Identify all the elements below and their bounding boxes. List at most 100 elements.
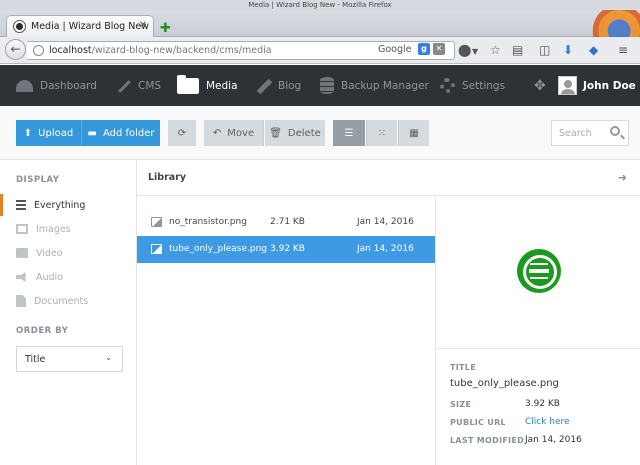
file-row[interactable]: no_transistor.png 2.71 KB Jan 14, 2016 <box>137 209 435 236</box>
sidebar-item-images[interactable]: Images <box>0 218 136 240</box>
sidebar-item-everything[interactable]: Everything <box>0 194 136 216</box>
chevron-down-icon: ⌄ <box>105 353 112 362</box>
file-size: 3.92 KB <box>270 244 305 254</box>
refresh-icon: ⟳ <box>177 127 187 139</box>
url-host: localhost <box>49 45 92 56</box>
image-file-icon <box>151 244 162 254</box>
extension-icon[interactable]: ◆ <box>589 43 598 57</box>
window-title-bar: Media | Wizard Blog New - Mozilla Firefo… <box>0 0 640 10</box>
adblock-icon[interactable]: ⬤ <box>458 43 471 57</box>
order-by-heading: ORDER BY <box>16 326 69 336</box>
image-icon <box>16 224 28 234</box>
sidebar-item-audio[interactable]: Audio <box>0 266 136 288</box>
window-title: Media | Wizard Blog New - Mozilla Firefo… <box>248 1 392 9</box>
preview-thumbnail <box>517 249 561 293</box>
list-view-icon: ☰ <box>344 127 354 139</box>
dashboard-icon <box>16 79 33 92</box>
back-button[interactable]: ← <box>5 39 26 60</box>
grid-small-icon: ⁙ <box>377 127 387 139</box>
grid-large-icon: ▦ <box>409 127 419 139</box>
sidebar-item-label: Everything <box>34 199 86 211</box>
nav-item-backup-manager[interactable]: Backup Manager <box>320 65 429 106</box>
sidebar-item-label: Video <box>36 247 63 259</box>
nav-item-dashboard[interactable]: Dashboard <box>16 65 97 106</box>
sidebar-item-label: Images <box>36 223 71 235</box>
browser-tab-bar: Media | Wizard Blog New ✕ ✚ <box>0 10 640 48</box>
move-crosshair-button[interactable]: ✥ <box>534 65 546 106</box>
file-name: tube_only_please.png <box>169 244 268 254</box>
move-button[interactable]: ↶ Move <box>204 120 264 146</box>
search-placeholder: Search <box>559 128 592 139</box>
order-by-select[interactable]: Title ⌄ <box>16 346 123 372</box>
title-label: TITLE <box>450 363 476 372</box>
upload-label: Upload <box>38 127 74 139</box>
pencil-icon <box>255 78 271 94</box>
dropdown-arrow-icon[interactable]: ▼ <box>472 45 478 59</box>
file-list: no_transistor.png 2.71 KB Jan 14, 2016 t… <box>137 197 436 465</box>
list-view-button[interactable]: ☰ <box>333 120 365 146</box>
list-icon <box>16 200 26 210</box>
video-camera-icon <box>16 248 28 258</box>
library-panel: Library ➜ no_transistor.png 2.71 KB Jan … <box>137 160 640 465</box>
folder-icon: ▬ <box>87 127 97 139</box>
browser-tab[interactable]: Media | Wizard Blog New ✕ <box>6 15 154 38</box>
pocket-icon[interactable]: ◫ <box>539 43 550 57</box>
add-folder-button[interactable]: ▬ Add folder <box>82 120 160 146</box>
close-tab-icon[interactable]: ✕ <box>139 20 147 31</box>
delete-label: Delete <box>287 127 321 139</box>
user-menu[interactable]: John Doe <box>558 65 636 106</box>
nav-label: Settings <box>462 79 506 92</box>
tiles-view-button[interactable]: ▦ <box>398 120 429 146</box>
sidebar-item-label: Audio <box>36 271 64 283</box>
globe-icon <box>33 45 44 56</box>
grid-view-button[interactable]: ⁙ <box>366 120 397 146</box>
bookmark-star-icon[interactable]: ☆ <box>490 43 501 57</box>
search-input[interactable]: Search <box>551 120 629 146</box>
avatar <box>558 76 577 95</box>
sidebar-item-video[interactable]: Video <box>0 242 136 264</box>
nav-item-blog[interactable]: Blog <box>255 65 301 106</box>
move-arrow-icon: ↶ <box>212 127 222 139</box>
size-value: 3.92 KB <box>525 399 560 409</box>
upload-button[interactable]: ⬆ Upload <box>16 120 81 146</box>
file-date: Jan 14, 2016 <box>357 244 414 254</box>
magic-wand-icon <box>115 78 131 94</box>
file-size: 2.71 KB <box>270 217 305 227</box>
site-favicon-icon <box>14 21 25 32</box>
tab-title: Media | Wizard Blog New <box>31 21 149 32</box>
sidebar-item-documents[interactable]: Documents <box>0 290 136 312</box>
filter-sidebar: DISPLAY Everything Images Video Audio Do… <box>0 160 137 465</box>
nav-label: Media <box>206 79 238 92</box>
user-name: John Doe <box>583 79 636 92</box>
public-url-link[interactable]: Click here <box>525 417 570 427</box>
refresh-button[interactable]: ⟳ <box>168 120 196 146</box>
order-by-value: Title <box>25 353 46 365</box>
reading-list-icon[interactable]: ▤ <box>512 43 523 57</box>
file-preview: TITLE tube_only_please.png SIZE 3.92 KB … <box>437 197 640 465</box>
download-icon[interactable]: ⬇ <box>563 43 573 57</box>
nav-item-cms[interactable]: CMS <box>115 65 161 106</box>
new-tab-icon[interactable]: ✚ <box>160 21 171 36</box>
sidebar-item-label: Documents <box>34 295 89 307</box>
move-label: Move <box>227 127 255 139</box>
size-label: SIZE <box>450 400 472 409</box>
speaker-icon <box>16 272 26 282</box>
google-g-icon: g <box>418 43 430 55</box>
delete-button[interactable]: 🗑 Delete <box>265 120 325 146</box>
browser-search-box[interactable]: Google g ✕ <box>378 41 446 60</box>
crosshair-icon: ✥ <box>534 77 546 94</box>
toggle-sidebar-icon[interactable]: ➜ <box>618 171 627 184</box>
library-header: Library ➜ <box>137 160 640 196</box>
menu-icon[interactable]: ≡ <box>618 43 628 57</box>
image-file-icon <box>151 217 162 227</box>
display-heading: DISPLAY <box>16 175 60 185</box>
clear-search-icon[interactable]: ✕ <box>433 43 445 55</box>
nav-item-media[interactable]: Media <box>177 65 238 106</box>
trash-icon: 🗑 <box>269 127 282 139</box>
file-row-selected[interactable]: tube_only_please.png 3.92 KB Jan 14, 201… <box>137 236 435 263</box>
search-icon <box>610 126 620 136</box>
nav-item-settings[interactable]: Settings <box>440 65 505 106</box>
last-modified-label: LAST MODIFIED <box>450 436 525 445</box>
back-arrow-icon: ← <box>10 42 21 56</box>
url-path: /wizard-blog-new/backend/cms/media <box>91 45 272 56</box>
